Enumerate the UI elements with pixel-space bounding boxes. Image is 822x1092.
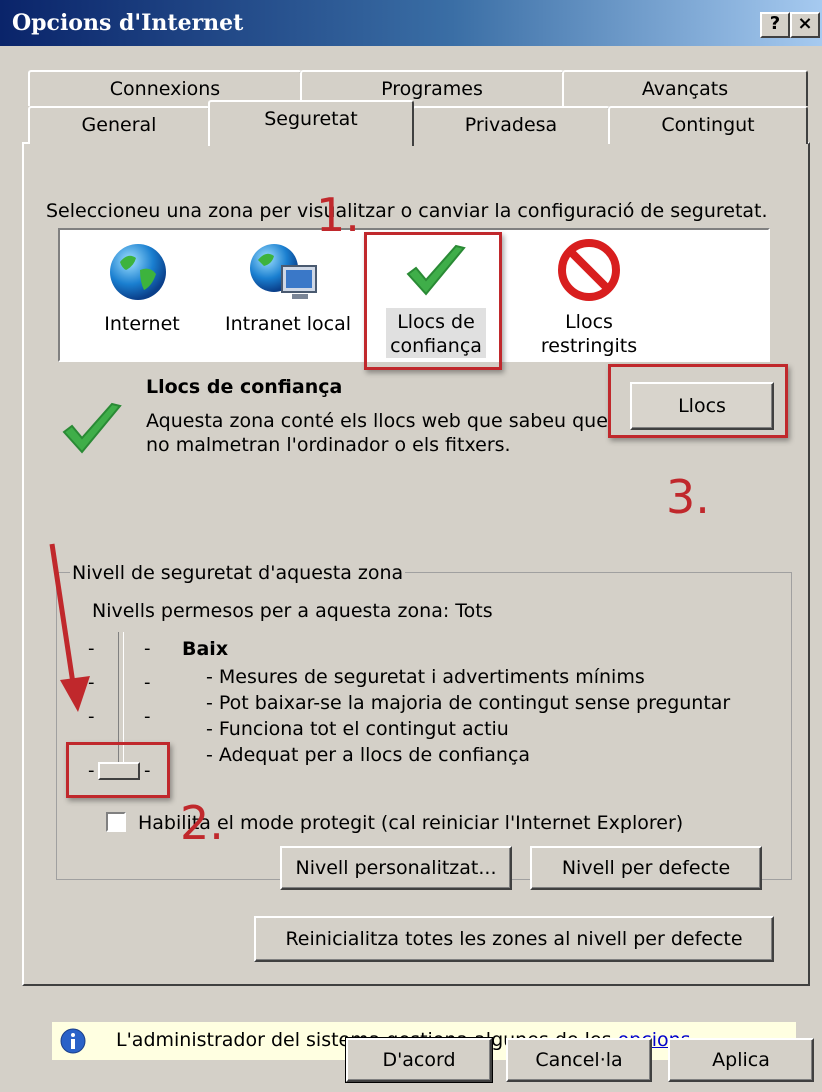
tab-avancats[interactable]: Avançats xyxy=(562,70,808,106)
security-level-group-title: Nivell de seguretat d'aquesta zona xyxy=(70,562,406,584)
level-name: Baix xyxy=(182,638,229,660)
tab-general[interactable]: General xyxy=(28,106,210,144)
info-icon xyxy=(60,1028,86,1054)
custom-level-button[interactable]: Nivell personalitzat... xyxy=(280,846,512,890)
cancel-button[interactable]: Cancel·la xyxy=(506,1038,652,1082)
slider-tick: - xyxy=(144,638,151,659)
protected-mode-checkbox[interactable] xyxy=(106,812,126,832)
level-bullet: - Adequat per a llocs de confiança xyxy=(206,744,531,766)
default-level-button[interactable]: Nivell per defecte xyxy=(530,846,762,890)
internet-options-window: Opcions d'Internet ? × Connexions Progra… xyxy=(0,0,822,1092)
help-button[interactable]: ? xyxy=(760,12,790,38)
close-button[interactable]: × xyxy=(790,12,820,38)
zone-internet[interactable]: Internet xyxy=(94,236,190,356)
tab-privadesa[interactable]: Privadesa xyxy=(412,106,610,144)
annotation-3: 3. xyxy=(666,470,710,524)
zone-intranet[interactable]: Intranet local xyxy=(218,236,358,356)
zone-label: Internet xyxy=(104,313,180,335)
annotation-2: 2. xyxy=(180,796,224,850)
apply-button[interactable]: Aplica xyxy=(668,1038,814,1082)
zone-restricted-sites[interactable]: Llocs restringits xyxy=(524,236,654,358)
annotation-box-zone xyxy=(364,232,502,370)
tab-seguretat[interactable]: Seguretat xyxy=(208,100,414,146)
checkmark-icon xyxy=(62,402,122,454)
reset-all-zones-button[interactable]: Reinicialitza totes les zones al nivell … xyxy=(254,916,774,962)
zone-label: Intranet local xyxy=(224,313,352,335)
ok-button[interactable]: D'acord xyxy=(345,1037,493,1083)
level-bullet: - Mesures de seguretat i advertiments mí… xyxy=(206,666,645,688)
title-bar: Opcions d'Internet ? × xyxy=(0,0,822,46)
zone-description-line1: Aquesta zona conté els llocs web que sab… xyxy=(146,410,608,432)
zone-instruction: Seleccioneu una zona per visualitzar o c… xyxy=(46,200,768,222)
slider-tick: - xyxy=(144,706,151,727)
level-bullet: - Pot baixar-se la majoria de contingut … xyxy=(206,692,731,714)
zone-label-line2: restringits xyxy=(540,335,638,357)
annotation-arrow xyxy=(49,543,90,712)
annotation-box-slider xyxy=(66,742,170,798)
intranet-icon xyxy=(250,244,317,299)
slider-tick: - xyxy=(144,672,151,693)
annotation-1: 1. xyxy=(316,188,360,242)
globe-icon xyxy=(110,244,166,300)
tab-contingut[interactable]: Contingut xyxy=(608,106,808,144)
allowed-levels-text: Nivells permesos per a aquesta zona: Tot… xyxy=(92,600,493,622)
level-bullet: - Funciona tot el contingut actiu xyxy=(206,718,509,740)
no-entry-icon xyxy=(558,239,620,301)
zone-description-line2: no malmetran l'ordinador o els fitxers. xyxy=(146,434,511,456)
window-title: Opcions d'Internet xyxy=(12,10,244,36)
annotation-box-sites xyxy=(608,364,788,438)
zone-label-line1: Llocs xyxy=(565,311,613,333)
zone-title: Llocs de confiança xyxy=(146,376,343,398)
